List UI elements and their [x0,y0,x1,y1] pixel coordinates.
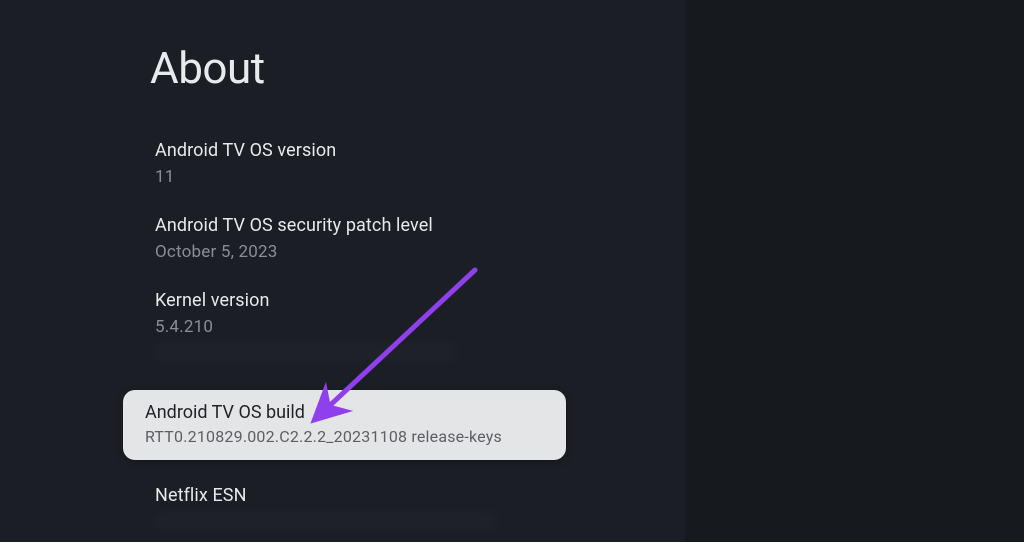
settings-list: Android TV OS version 11 Android TV OS s… [155,140,555,371]
setting-label: Kernel version [155,290,555,311]
setting-label: Android TV OS build [145,402,544,423]
setting-value: 11 [155,167,555,187]
redacted-strip [155,343,455,361]
setting-label: Android TV OS security patch level [155,215,555,236]
partial-row-top: … [155,94,167,114]
setting-value: October 5, 2023 [155,242,555,262]
setting-row-netflix-esn[interactable]: Netflix ESN [155,485,495,530]
setting-value: RTT0.210829.002.C2.2.2_20231108 release-… [145,427,544,446]
setting-value: 5.4.210 [155,317,555,337]
setting-row-os-version[interactable]: Android TV OS version 11 [155,140,555,187]
redacted-strip [155,512,495,530]
setting-row-kernel-version[interactable]: Kernel version 5.4.210 [155,290,555,361]
side-panel [685,0,1024,542]
setting-row-os-build[interactable]: Android TV OS build RTT0.210829.002.C2.2… [123,390,566,460]
setting-label: Android TV OS version [155,140,555,161]
settings-main-panel: About … Android TV OS version 11 Android… [0,0,685,542]
setting-row-security-patch[interactable]: Android TV OS security patch level Octob… [155,215,555,262]
setting-label: Netflix ESN [155,485,495,506]
page-title: About [150,42,265,94]
